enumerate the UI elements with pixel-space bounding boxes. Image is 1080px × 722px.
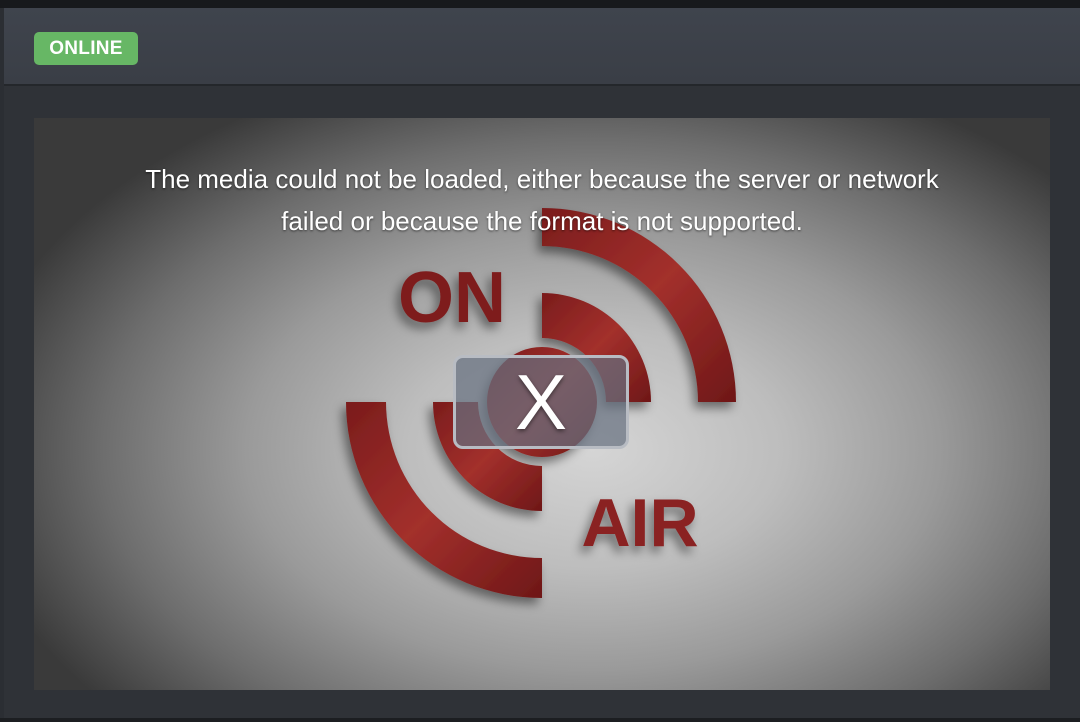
error-line-1: The media could not be loaded, either be… <box>145 164 939 194</box>
media-error-message: The media could not be loaded, either be… <box>34 158 1050 242</box>
bottom-edge <box>0 718 1080 722</box>
top-edge <box>0 0 1080 8</box>
poster-word-air: AIR <box>581 485 698 561</box>
status-badge: ONLINE <box>34 32 138 65</box>
poster-word-on: ON <box>398 258 506 338</box>
header-bar: ONLINE <box>4 8 1080 86</box>
error-close-button[interactable]: X <box>453 355 629 449</box>
error-line-2: failed or because the format is not supp… <box>281 206 803 236</box>
video-player[interactable]: ON AIR The media could not be loaded, ei… <box>34 118 1050 690</box>
